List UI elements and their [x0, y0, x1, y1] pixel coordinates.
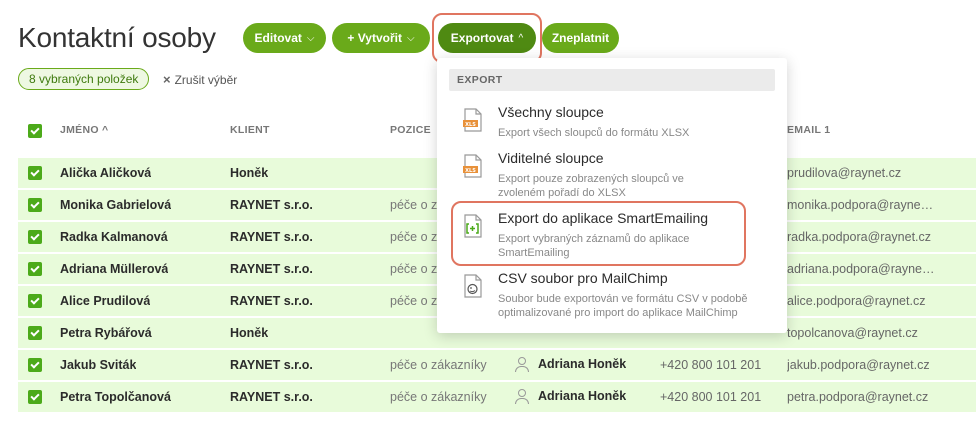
select-all-checkbox[interactable] [28, 124, 42, 138]
export-menu-item-visible-columns[interactable]: XLS Viditelné sloupce Export pouze zobra… [449, 150, 775, 199]
cell-position: péče o zákazníky [390, 390, 487, 404]
export-menu-item-title: Viditelné sloupce [498, 150, 604, 166]
create-button-label: + Vytvořit [347, 31, 402, 45]
cell-client[interactable]: RAYNET s.r.o. [230, 262, 313, 276]
xls-file-icon: XLS [463, 108, 482, 132]
export-dropdown-menu: EXPORT XLS Všechny sloupce Export všech … [437, 58, 787, 333]
cell-owner-name: Adriana Honěk [538, 357, 627, 371]
cell-email[interactable]: radka.podpora@raynet.cz [787, 230, 976, 244]
export-menu-item-desc: Soubor bude exportován ve formátu CSV v … [498, 293, 748, 319]
edit-button[interactable]: Editovat ⌵ [243, 23, 326, 53]
page-title: Kontaktní osoby [18, 22, 216, 53]
cell-email[interactable]: jakub.podpora@raynet.cz [787, 358, 976, 372]
column-header-email[interactable]: EMAIL 1 [787, 124, 830, 136]
cell-email[interactable]: topolcanova@raynet.cz [787, 326, 976, 340]
mailchimp-file-icon [464, 274, 482, 298]
cell-email[interactable]: petra.podpora@raynet.cz [787, 390, 976, 404]
cell-owner: Adriana Honěk [514, 356, 626, 372]
svg-text:XLS: XLS [465, 122, 476, 128]
cell-name[interactable]: Petra Rybářová [60, 326, 152, 340]
row-checkbox[interactable] [28, 198, 42, 212]
row-checkbox[interactable] [28, 390, 42, 404]
invalidate-button[interactable]: Zneplatnit [542, 23, 619, 53]
cell-name[interactable]: Adriana Müllerová [60, 262, 168, 276]
cell-name[interactable]: Alice Prudilová [60, 294, 150, 308]
column-header-client[interactable]: KLIENT [230, 124, 270, 136]
xls-file-icon: XLS [463, 154, 482, 178]
export-button-highlight [432, 13, 542, 63]
export-menu-item-desc: Export pouze zobrazených sloupců ve zvol… [498, 173, 684, 199]
person-icon [514, 388, 530, 404]
clear-selection-button[interactable]: × Zrušit výběr [163, 72, 237, 87]
cell-client[interactable]: RAYNET s.r.o. [230, 358, 313, 372]
cell-name[interactable]: Jakub Sviták [60, 358, 136, 372]
row-checkbox[interactable] [28, 294, 42, 308]
cell-client[interactable]: Honěk [230, 166, 268, 180]
edit-button-label: Editovat [254, 31, 302, 45]
export-menu-item-desc: Export všech sloupců do formátu XLSX [498, 127, 690, 139]
create-button[interactable]: + Vytvořit ⌵ [332, 23, 430, 53]
cell-owner-name: Adriana Honěk [538, 389, 627, 403]
export-menu-item-title: CSV soubor pro MailChimp [498, 270, 668, 286]
selection-badge[interactable]: 8 vybraných položek [18, 68, 150, 90]
cell-name[interactable]: Petra Topolčanová [60, 390, 171, 404]
cell-email[interactable]: alice.podpora@raynet.cz [787, 294, 976, 308]
export-menu-header: EXPORT [449, 69, 775, 91]
row-checkbox[interactable] [28, 262, 42, 276]
column-header-position[interactable]: POZICE [390, 124, 431, 136]
export-menu-item-mailchimp[interactable]: CSV soubor pro MailChimp Soubor bude exp… [449, 270, 775, 319]
cell-email[interactable]: adriana.podpora@rayne… [787, 262, 976, 276]
table-row[interactable]: Jakub Sviták RAYNET s.r.o. péče o zákazn… [18, 350, 976, 380]
row-checkbox[interactable] [28, 358, 42, 372]
chevron-down-icon: ⌵ [306, 32, 315, 44]
clear-selection-label: Zrušit výběr [174, 72, 238, 87]
cell-client[interactable]: Honěk [230, 326, 268, 340]
person-icon [514, 356, 530, 372]
cell-name[interactable]: Radka Kalmanová [60, 230, 168, 244]
cell-owner: Adriana Honěk [514, 388, 626, 404]
cell-phone: +420 800 101 201 [660, 390, 762, 404]
row-checkbox[interactable] [28, 230, 42, 244]
cell-client[interactable]: RAYNET s.r.o. [230, 294, 313, 308]
svg-text:XLS: XLS [465, 168, 476, 174]
row-checkbox[interactable] [28, 166, 42, 180]
cell-client[interactable]: RAYNET s.r.o. [230, 230, 313, 244]
smartemailing-item-highlight [451, 201, 746, 266]
cell-email[interactable]: monika.podpora@rayne… [787, 198, 976, 212]
cell-client[interactable]: RAYNET s.r.o. [230, 390, 313, 404]
export-menu-item-all-columns[interactable]: XLS Všechny sloupce Export všech sloupců… [449, 104, 775, 139]
cell-position: péče o zákazníky [390, 358, 487, 372]
column-header-name[interactable]: JMÉNO ^ [60, 124, 109, 136]
table-row[interactable]: Petra Topolčanová RAYNET s.r.o. péče o z… [18, 382, 976, 412]
chevron-down-icon: ⌵ [406, 32, 415, 44]
cell-email[interactable]: prudilova@raynet.cz [787, 166, 976, 180]
row-checkbox[interactable] [28, 326, 42, 340]
cell-phone: +420 800 101 201 [660, 358, 762, 372]
export-menu-item-title: Všechny sloupce [498, 104, 604, 120]
invalidate-button-label: Zneplatnit [551, 31, 610, 45]
cell-client[interactable]: RAYNET s.r.o. [230, 198, 313, 212]
cell-name[interactable]: Alička Aličková [60, 166, 151, 180]
cell-name[interactable]: Monika Gabrielová [60, 198, 171, 212]
close-icon: × [163, 72, 171, 87]
